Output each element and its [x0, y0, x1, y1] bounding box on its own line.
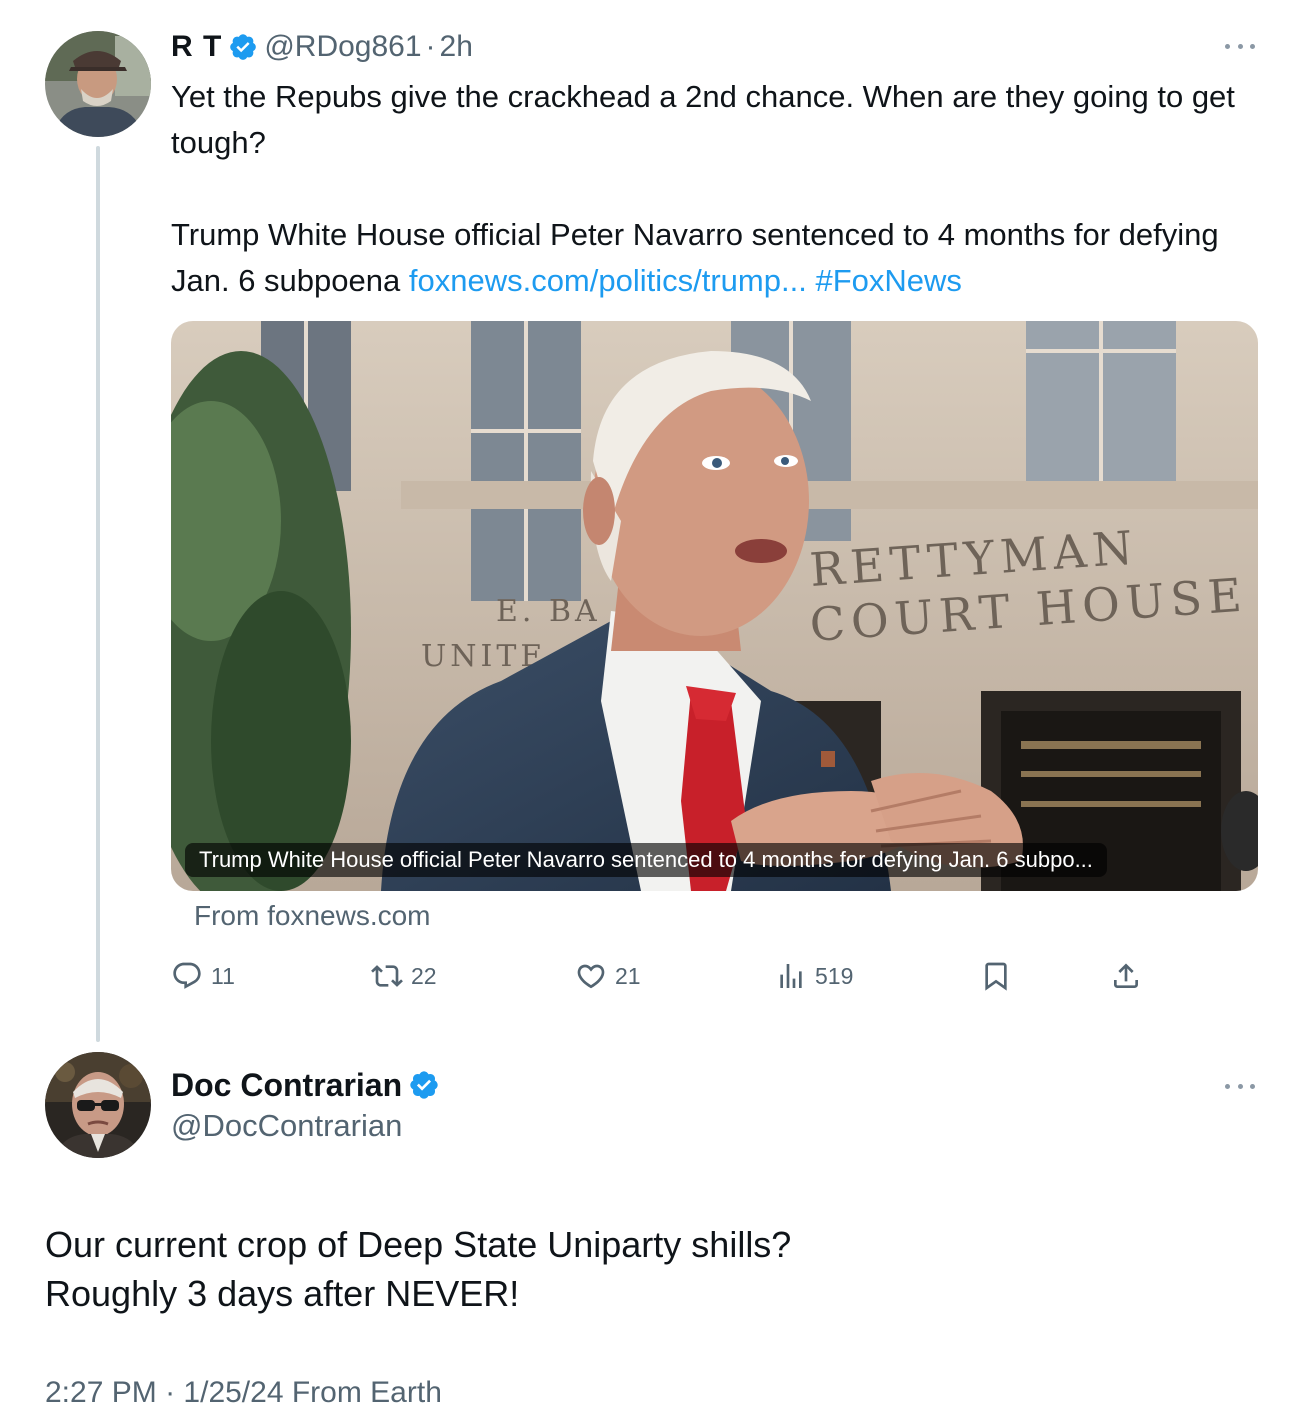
reply-count: 11 — [211, 962, 235, 989]
share-button[interactable] — [1110, 956, 1142, 996]
link-preview-card[interactable]: RETTYMAN COURT HOUSE E. BA UNITE Trump W… — [171, 321, 1258, 891]
tweet-thread-page: R T @RDog861 · 2h Yet the Repubs give th… — [0, 0, 1296, 1427]
views-icon — [780, 964, 802, 988]
hashtag-link[interactable]: #FoxNews — [815, 263, 961, 298]
card-caption: Trump White House official Peter Navarro… — [185, 843, 1107, 877]
separator-dot: · — [165, 1376, 176, 1409]
doc-handle[interactable]: @DocContrarian — [171, 1108, 402, 1144]
link-source[interactable]: From foxnews.com — [194, 900, 431, 932]
rt-avatar[interactable] — [45, 31, 151, 137]
doc-text-line1: Our current crop of Deep State Uniparty … — [45, 1224, 792, 1265]
bookmark-icon — [985, 962, 1007, 991]
like-button[interactable]: 21 — [575, 956, 641, 996]
heart-icon — [577, 964, 605, 989]
verified-badge-icon — [410, 1071, 438, 1099]
doc-display-name[interactable]: Doc Contrarian — [171, 1067, 402, 1104]
more-options-icon[interactable] — [1225, 1081, 1255, 1091]
rt-tweet-text: Yet the Repubs give the crackhead a 2nd … — [171, 74, 1261, 304]
repost-count: 22 — [411, 962, 437, 989]
views-count: 519 — [815, 962, 854, 989]
separator-dot: · — [425, 30, 436, 63]
share-icon — [1114, 963, 1138, 988]
tweet-metadata: 2:27 PM · 1/25/24 From Earth — [45, 1376, 442, 1410]
tweet-time[interactable]: 2:27 PM — [45, 1376, 157, 1409]
rt-display-name[interactable]: R T — [171, 30, 222, 64]
verified-badge-icon — [230, 34, 257, 60]
repost-button[interactable]: 22 — [371, 956, 437, 996]
rt-handle[interactable]: @RDog861 — [264, 30, 421, 64]
tweet-date-source[interactable]: 1/25/24 From Earth — [183, 1376, 441, 1409]
courthouse-sign-left1: E. BA — [496, 594, 601, 629]
rt-tweet-header: R T @RDog861 · 2h — [171, 27, 473, 67]
more-options-icon[interactable] — [1225, 41, 1255, 51]
views-button[interactable]: 519 — [775, 956, 853, 996]
repost-icon — [371, 965, 403, 987]
rt-text-line1: Yet the Repubs give the crackhead a 2nd … — [171, 79, 1235, 160]
rt-timestamp[interactable]: 2h — [440, 30, 473, 64]
reply-icon — [173, 962, 201, 989]
like-count: 21 — [615, 962, 641, 989]
reply-button[interactable]: 11 — [171, 956, 235, 996]
article-link[interactable]: foxnews.com/politics/trump... — [409, 263, 807, 298]
thread-connector-line — [96, 146, 100, 1042]
doc-tweet-text: Our current crop of Deep State Uniparty … — [45, 1220, 1245, 1318]
bookmark-button[interactable] — [980, 956, 1012, 996]
rt-text-line2: Trump White House official Peter Navarro… — [171, 212, 1261, 304]
doc-text-line2: Roughly 3 days after NEVER! — [45, 1273, 520, 1314]
news-photo: RETTYMAN COURT HOUSE E. BA UNITE — [171, 321, 1258, 891]
doc-avatar[interactable] — [45, 1052, 151, 1158]
doc-display-name-row: Doc Contrarian — [171, 1064, 446, 1106]
